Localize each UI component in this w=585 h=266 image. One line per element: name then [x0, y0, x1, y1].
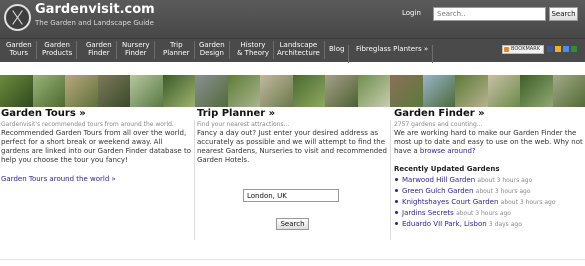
garden-link[interactable]: Marwood Hill Garden [402, 176, 475, 184]
garden-tours-section: Garden Tours » Gardenvisit's recommended… [1, 108, 191, 184]
trip-search-button[interactable]: Search [276, 218, 309, 230]
nav-label: Garden [6, 41, 32, 49]
timestamp: about 3 hours ago [500, 199, 556, 206]
footer-divider [0, 259, 585, 260]
logo-icon[interactable] [4, 4, 31, 31]
garden-photo[interactable] [422, 75, 455, 107]
nav-garden-tours[interactable]: Garden Tours [6, 41, 37, 59]
timestamp: 3 days ago [488, 221, 522, 228]
list-item: Green Gulch Garden about 3 hours ago [394, 186, 584, 197]
nav-label: Planner [163, 49, 190, 57]
garden-finder-subtitle: 2757 gardens and counting... [394, 121, 483, 128]
column-divider [390, 120, 391, 240]
garden-tours-subtitle: Gardenvisit's recommended tours from aro… [1, 121, 174, 128]
facebook-icon[interactable] [547, 46, 553, 52]
garden-finder-section: Garden Finder » 2757 gardens and countin… [394, 108, 584, 230]
trip-planner-subtitle: Find your nearest attractions... [197, 121, 290, 128]
search-button[interactable]: Search [549, 7, 578, 21]
timestamp: about 3 hours ago [477, 177, 533, 184]
list-item: Marwood Hill Garden about 3 hours ago [394, 175, 584, 186]
nav-label: Garden [44, 41, 70, 49]
nav-label: Fibreglass Planters » [356, 45, 429, 53]
garden-finder-text: We are working hard to make our Garden F… [394, 129, 584, 156]
nav-garden-products[interactable]: Garden Products [42, 41, 78, 59]
garden-finder-title[interactable]: Garden Finder » [394, 108, 584, 119]
trip-planner-title[interactable]: Trip Planner » [197, 108, 387, 119]
garden-photo[interactable] [325, 75, 358, 107]
nav-garden-design[interactable]: Garden Design [199, 41, 230, 59]
garden-photo[interactable] [292, 75, 325, 107]
column-divider [194, 120, 195, 240]
trip-planner-section: Trip Planner » Find your nearest attract… [197, 108, 387, 165]
nav-label: Blog [329, 45, 345, 53]
share-icons [547, 45, 581, 54]
delicious-icon[interactable] [563, 46, 569, 52]
garden-photo[interactable] [260, 75, 293, 107]
nav-label: History [240, 41, 266, 49]
nav-nursery-finder[interactable]: Nursery Finder [122, 41, 154, 59]
trip-planner-text: Fancy a day out? Just enter your desired… [197, 129, 387, 164]
star-icon[interactable] [555, 46, 561, 52]
garden-link[interactable]: Knightshayes Court Garden [402, 198, 498, 206]
garden-photo[interactable] [162, 75, 195, 107]
tagline: The Garden and Landscape Guide [35, 19, 154, 27]
nav-garden-finder[interactable]: Garden Finder [86, 41, 117, 59]
nav-label: Nursery [122, 41, 150, 49]
timestamp: about 3 hours ago [475, 188, 531, 195]
login-link[interactable]: Login [402, 9, 421, 17]
garden-photo[interactable] [97, 75, 130, 107]
garden-photo[interactable] [520, 75, 553, 107]
site-header: Gardenvisit.com The Garden and Landscape… [0, 0, 585, 38]
garden-link[interactable]: Eduardo VII Park, Lisbon [402, 220, 487, 228]
garden-photo[interactable] [487, 75, 520, 107]
nav-label: Finder [88, 49, 110, 57]
nav-label: Products [42, 49, 73, 57]
garden-photo[interactable] [455, 75, 488, 107]
garden-link[interactable]: Green Gulch Garden [402, 187, 473, 195]
garden-photo[interactable] [0, 75, 33, 107]
garden-tours-text: Recommended Garden Tours from all over t… [1, 129, 191, 164]
recent-gardens: Recently Updated Gardens Marwood Hill Ga… [394, 165, 584, 230]
garden-tours-title[interactable]: Garden Tours » [1, 108, 191, 119]
nav-label: Garden [199, 41, 225, 49]
garden-photo[interactable] [130, 75, 163, 107]
main-nav: Garden Tours Garden Products Garden Finder … [0, 38, 585, 63]
browse-link[interactable]: browse around? [420, 147, 476, 155]
site-name[interactable]: Gardenvisit.com [35, 2, 155, 17]
nav-label: Garden [86, 41, 112, 49]
nav-label: Design [199, 49, 224, 57]
location-input[interactable] [243, 189, 339, 202]
garden-photo[interactable] [195, 75, 228, 107]
nav-landscape-architecture[interactable]: Landscape Architecture [277, 41, 325, 59]
nav-label: Finder [125, 49, 147, 57]
recent-gardens-title: Recently Updated Gardens [394, 165, 500, 173]
garden-photo[interactable] [390, 75, 423, 107]
nav-label: & Theory [237, 49, 270, 57]
nav-trip-planner[interactable]: Trip Planner [163, 41, 194, 59]
nav-fibreglass-planters[interactable]: Fibreglass Planters » [356, 45, 434, 63]
garden-photo[interactable] [357, 75, 390, 107]
share-icon[interactable] [571, 46, 577, 52]
nav-label: Trip [170, 41, 183, 49]
nav-label: Architecture [277, 49, 320, 57]
search-input[interactable] [433, 7, 546, 21]
nav-history-theory[interactable]: History & Theory [237, 41, 275, 59]
garden-link[interactable]: Jardins Secrets [402, 209, 454, 217]
timestamp: about 3 hours ago [456, 210, 511, 217]
garden-photo[interactable] [32, 75, 65, 107]
bookmark-button[interactable]: BOOKMARK [502, 45, 544, 54]
list-item: Knightshayes Court Garden about 3 hours … [394, 197, 584, 208]
garden-tours-link[interactable]: Garden Tours around the world » [1, 175, 116, 183]
list-item: Eduardo VII Park, Lisbon 3 days ago [394, 219, 584, 230]
list-item: Jardins Secrets about 3 hours ago [394, 208, 584, 219]
garden-photo[interactable] [552, 75, 585, 107]
nav-label: Landscape [279, 41, 318, 49]
garden-photo[interactable] [227, 75, 260, 107]
photo-strip [0, 75, 585, 107]
nav-blog[interactable]: Blog [329, 45, 351, 63]
garden-photo[interactable] [65, 75, 98, 107]
nav-label: Tours [9, 49, 28, 57]
